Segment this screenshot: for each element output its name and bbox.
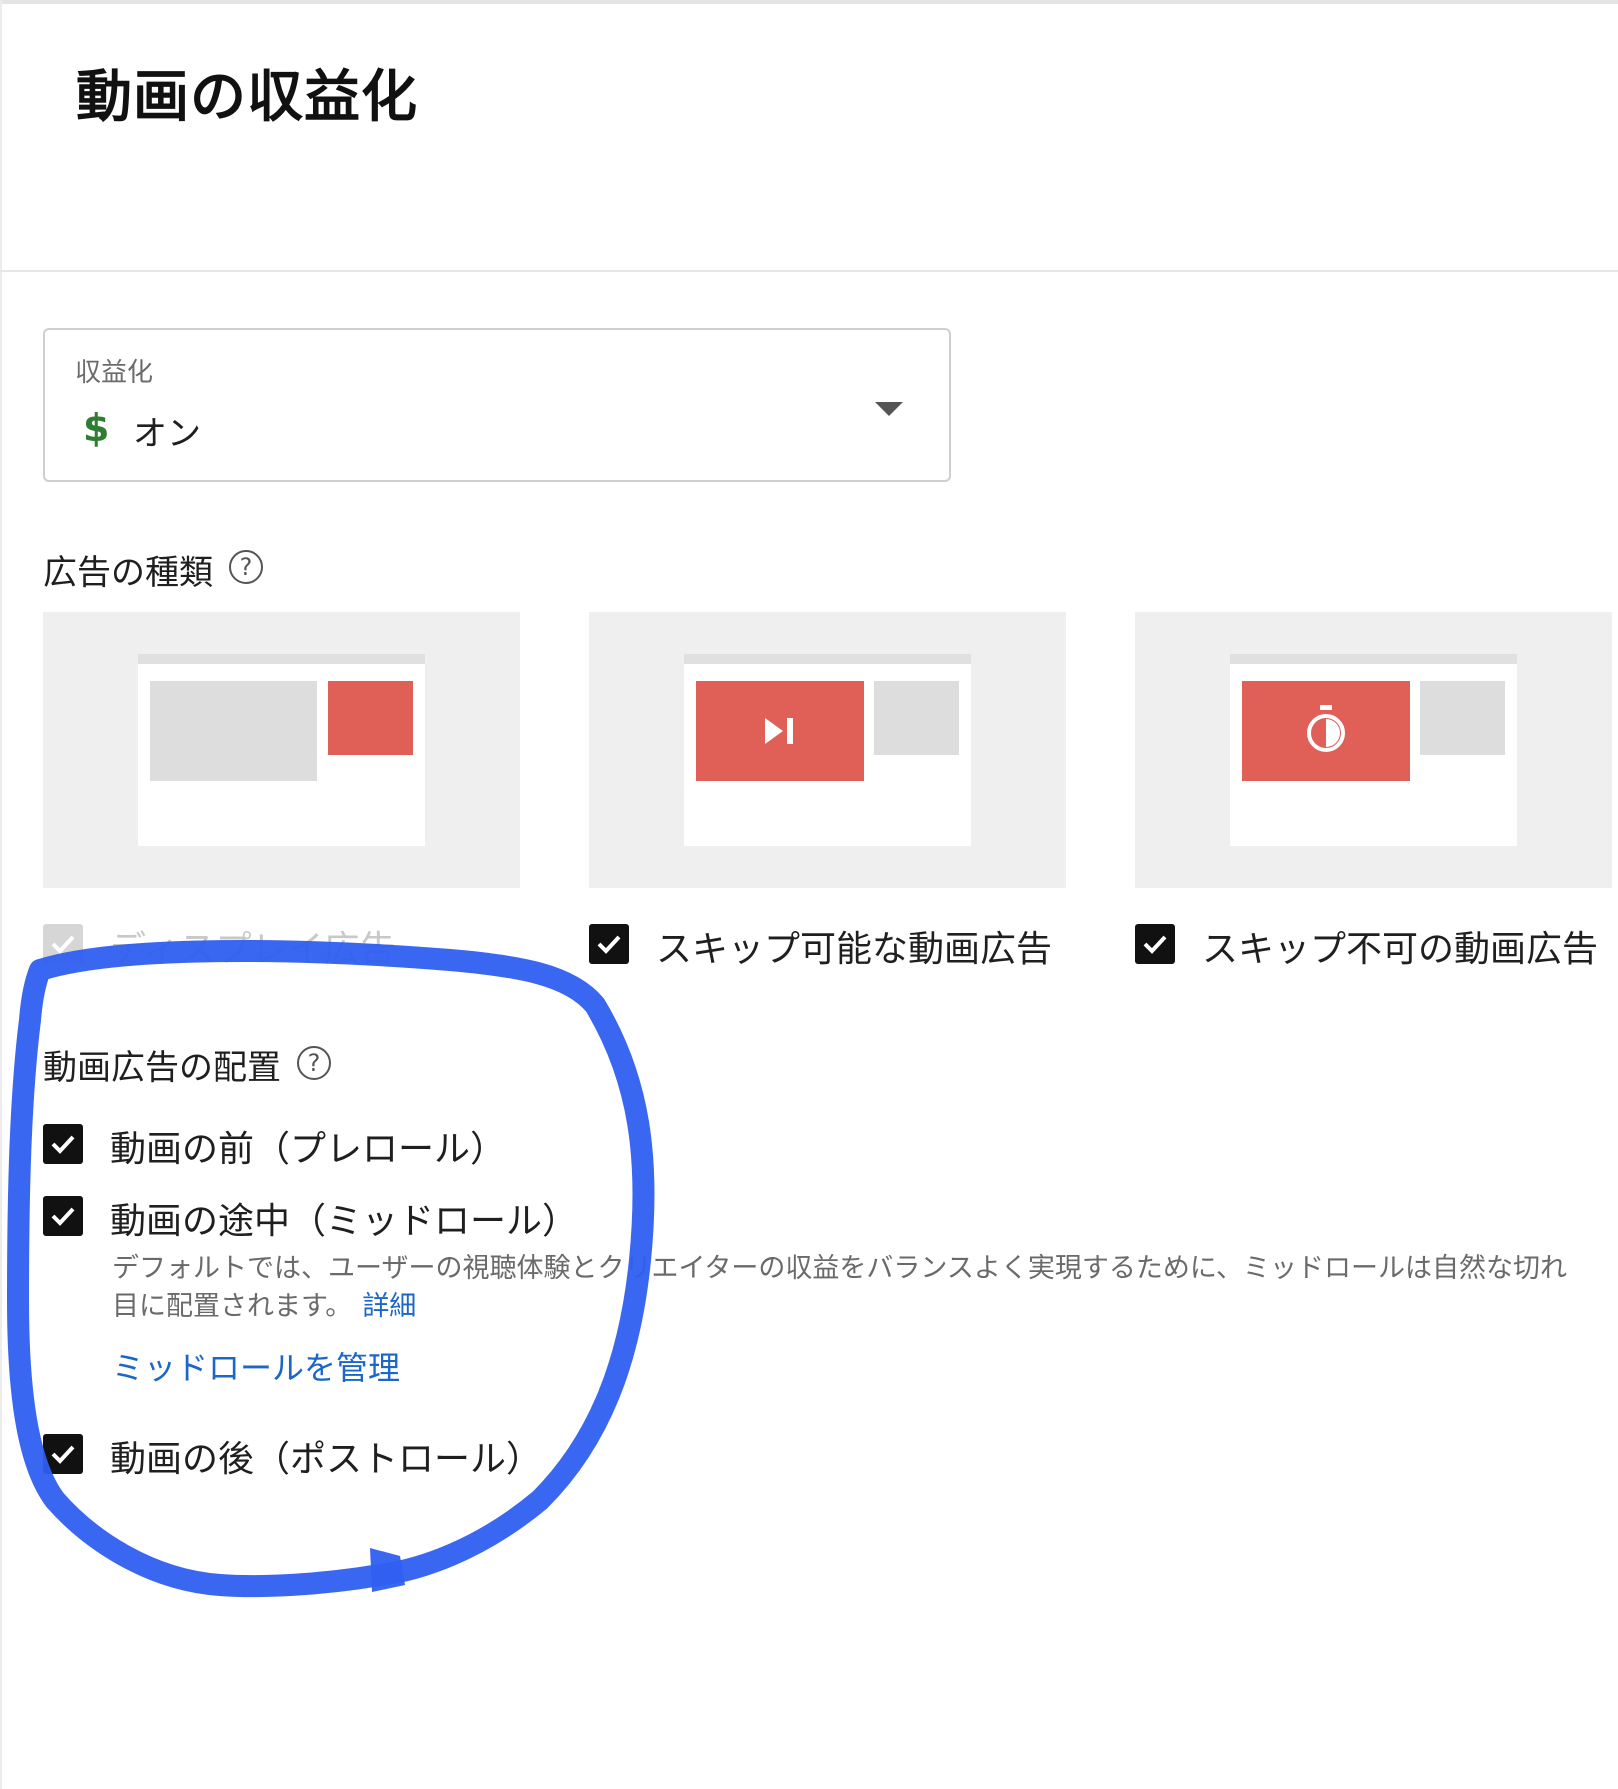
postroll-checkbox[interactable] xyxy=(43,1434,83,1474)
display-ad-checkbox[interactable] xyxy=(43,924,83,964)
postroll-label: 動画の後（ポストロール） xyxy=(110,1439,543,1480)
monetization-value: オン xyxy=(133,414,201,454)
midroll-description: デフォルトでは、ユーザーの視聴体験とクリエイターの収益をバランスよく実現するため… xyxy=(112,1250,1592,1326)
blue-annotation-circle xyxy=(7,940,655,1598)
skippable-ad-checkbox[interactable] xyxy=(589,924,629,964)
non-skippable-ad-preview xyxy=(1230,654,1517,846)
timer-icon xyxy=(1307,705,1345,752)
display-ad-label: ディスプレイ広告 xyxy=(110,929,396,970)
caret-down-icon[interactable] xyxy=(875,402,903,416)
midroll-label: 動画の途中（ミッドロール） xyxy=(110,1201,579,1242)
left-edge xyxy=(0,0,2,1789)
header-divider xyxy=(0,270,1618,272)
preroll-label: 動画の前（プレロール） xyxy=(110,1129,507,1170)
page-title: 動画の収益化 xyxy=(76,65,418,130)
preroll-checkbox[interactable] xyxy=(43,1124,83,1164)
non-skippable-video-block xyxy=(1242,681,1410,781)
display-ad-card xyxy=(43,612,520,888)
non-skippable-ad-card xyxy=(1135,612,1612,888)
display-ad-block xyxy=(328,681,413,755)
non-skippable-ad-checkbox[interactable] xyxy=(1135,924,1175,964)
monetization-label: 収益化 xyxy=(75,358,154,388)
midroll-checkbox[interactable] xyxy=(43,1196,83,1236)
placement-label: 動画広告の配置 xyxy=(43,1048,281,1088)
placement-help-icon[interactable]: ? xyxy=(297,1046,331,1080)
display-ad-preview xyxy=(138,654,425,846)
ad-types-label: 広告の種類 xyxy=(43,553,213,593)
skippable-video-block xyxy=(696,681,864,781)
monetization-select[interactable]: 収益化 $ オン xyxy=(43,328,951,482)
manage-midroll-link[interactable]: ミッドロールを管理 xyxy=(112,1343,400,1389)
skip-icon xyxy=(765,718,793,744)
dollar-icon: $ xyxy=(83,406,110,450)
ad-types-help-icon[interactable]: ? xyxy=(229,550,263,584)
skippable-ad-card xyxy=(589,612,1066,888)
midroll-description-text: デフォルトでは、ユーザーの視聴体験とクリエイターの収益をバランスよく実現するため… xyxy=(112,1253,1568,1322)
skippable-ad-label: スキップ可能な動画広告 xyxy=(656,929,1053,970)
non-skippable-ad-label: スキップ不可の動画広告 xyxy=(1202,929,1599,970)
top-edge xyxy=(0,0,1618,4)
skippable-ad-preview xyxy=(684,654,971,846)
details-link[interactable]: 詳細 xyxy=(362,1291,416,1322)
